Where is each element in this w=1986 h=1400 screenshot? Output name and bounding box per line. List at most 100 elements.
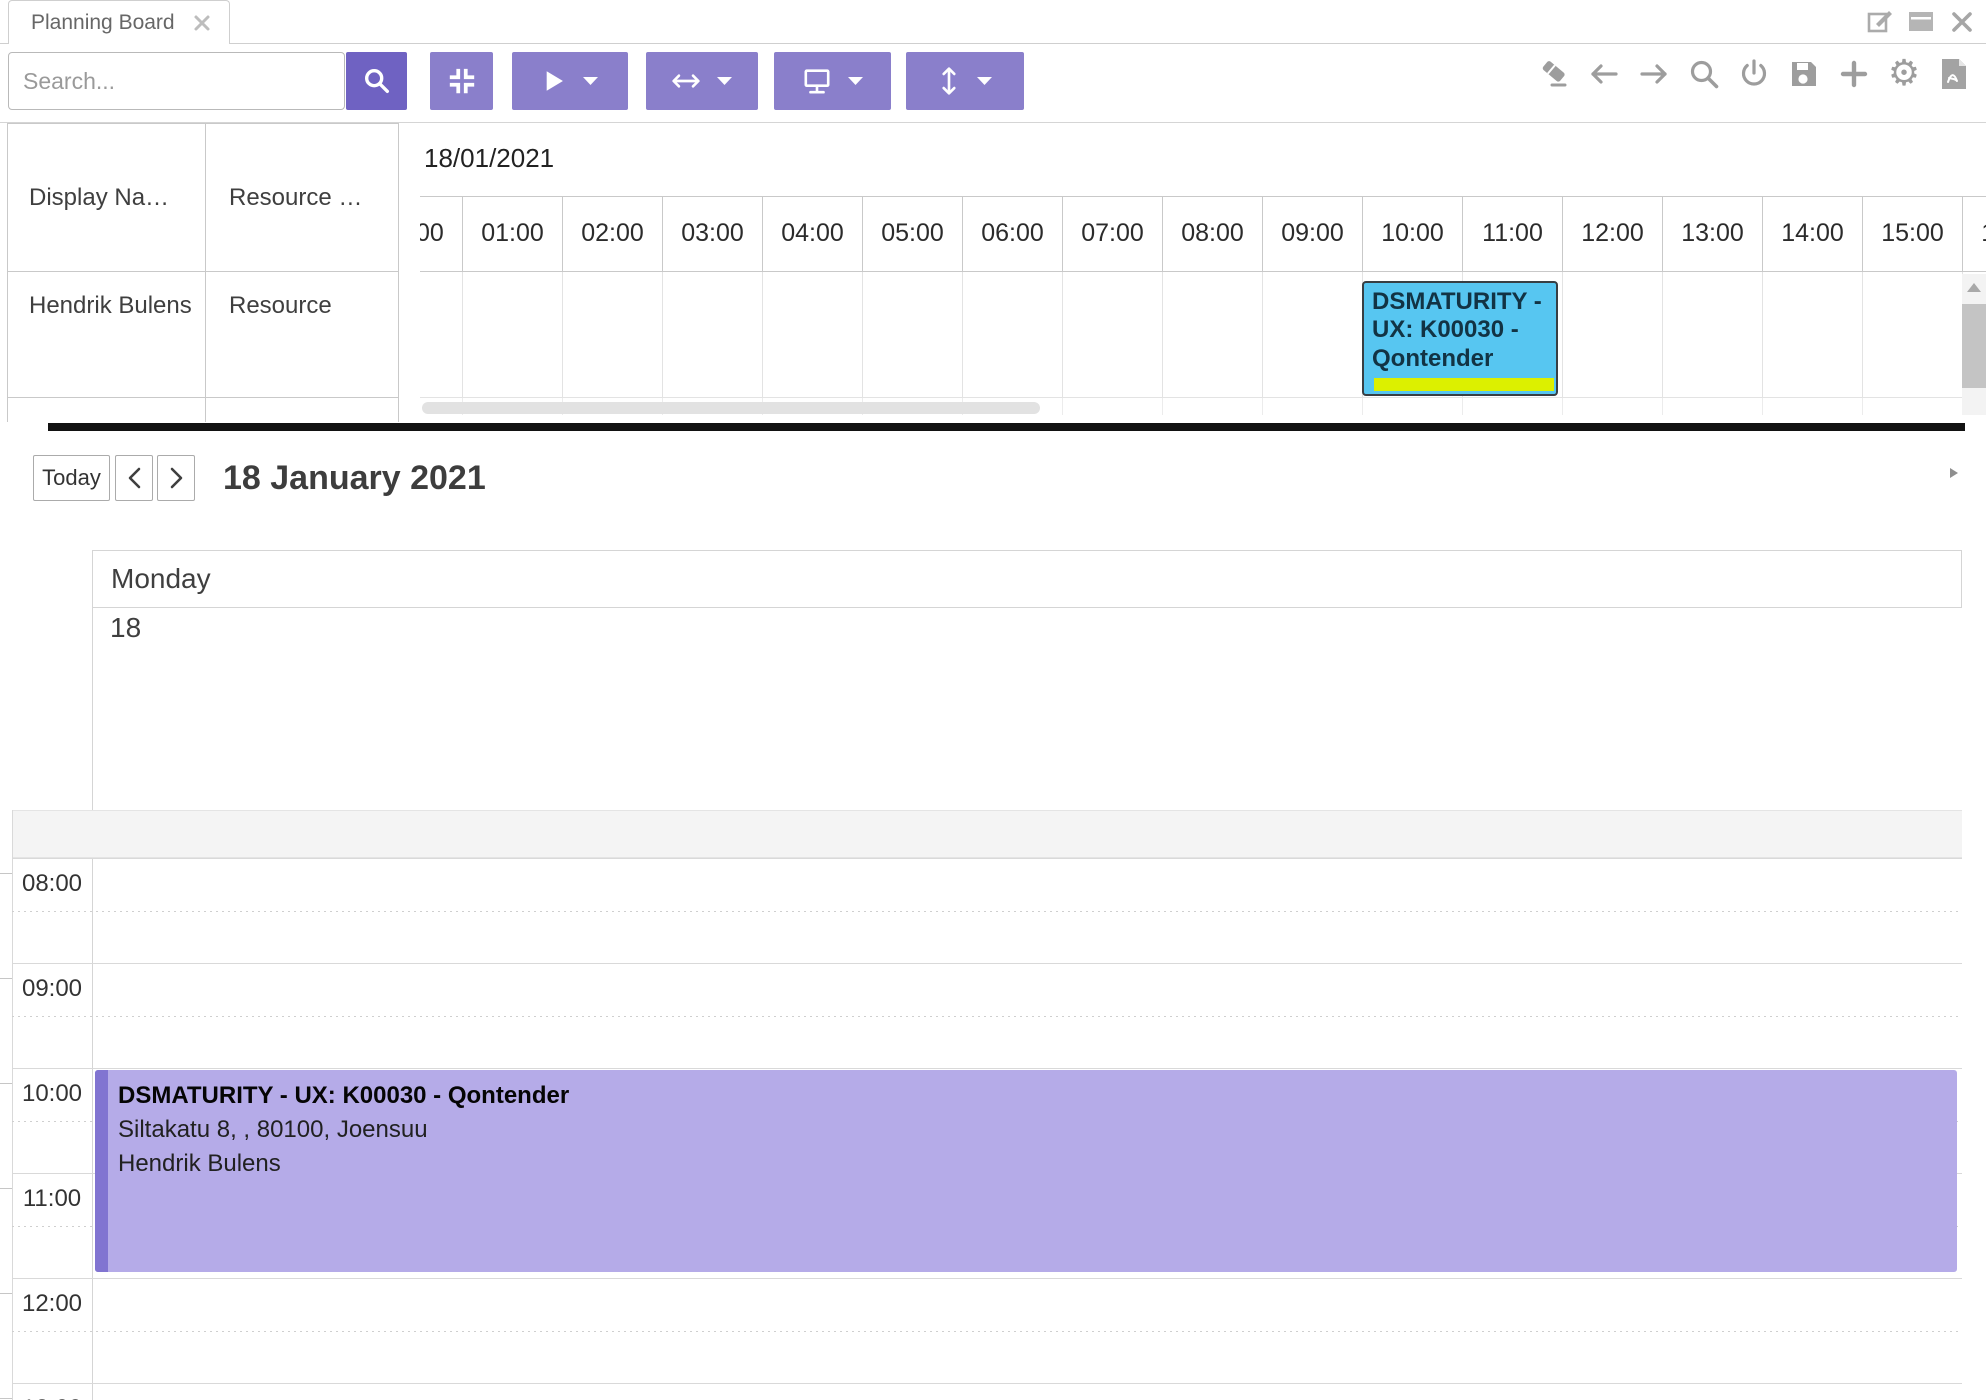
timeline-body-row[interactable] [420, 272, 1986, 398]
chevron-right-icon [169, 467, 184, 489]
tab-close-icon[interactable] [193, 14, 211, 32]
timeline-body-cell[interactable] [1262, 272, 1362, 397]
timeline-body-cell[interactable] [420, 272, 462, 397]
pdf-icon[interactable] [1938, 58, 1970, 90]
day-event-person: Hendrik Bulens [118, 1147, 1957, 1181]
resource-grid: Display Na… Resource … Hendrik Bulens Re… [7, 123, 399, 422]
next-day-button[interactable] [157, 455, 195, 501]
vertical-expand-button[interactable] [906, 52, 1024, 110]
monitor-button[interactable] [774, 52, 891, 110]
vertical-scrollbar[interactable] [1962, 274, 1986, 415]
day-number-label: 18 [110, 612, 141, 644]
search-input[interactable] [8, 52, 345, 110]
hour-scale-cell: 03:00 [662, 197, 762, 271]
eraser-icon[interactable] [1538, 58, 1570, 90]
gantt-panel: Display Na… Resource … Hendrik Bulens Re… [0, 122, 1986, 423]
edit-icon[interactable] [1866, 8, 1894, 36]
hour-scale-cell: 12:00 [1562, 197, 1662, 271]
search-button[interactable] [346, 52, 407, 110]
plus-icon[interactable] [1838, 58, 1870, 90]
hour-scale-cell: 04:00 [762, 197, 862, 271]
timeline-body-cell[interactable] [762, 272, 862, 397]
close-icon[interactable] [1948, 8, 1976, 36]
gantt-event[interactable]: DSMATURITY - UX: K00030 - Qontender [1362, 281, 1558, 396]
timeline-body-cell[interactable] [662, 272, 762, 397]
horizontal-expand-button[interactable] [646, 52, 758, 110]
timeline-body-cell[interactable] [562, 272, 662, 397]
timeline-body-cell[interactable] [1062, 272, 1162, 397]
timeline-body-cell[interactable] [1562, 272, 1662, 397]
compress-button[interactable] [430, 52, 493, 110]
chevron-down-icon [976, 76, 993, 86]
previous-day-button[interactable] [115, 455, 153, 501]
arrow-right-icon[interactable] [1638, 58, 1670, 90]
time-grid-row[interactable]: 12:00 [12, 1278, 1962, 1383]
half-hour-line [12, 1331, 1962, 1332]
timeline-hour-scale: 00:0001:0002:0003:0004:0005:0006:0007:00… [420, 196, 1986, 272]
gantt-event-title: DSMATURITY - UX: K00030 - Qontender [1372, 288, 1548, 373]
arrow-left-icon[interactable] [1588, 58, 1620, 90]
zoom-icon[interactable] [1688, 58, 1720, 90]
half-hour-line [12, 1016, 1962, 1017]
gear-icon[interactable]: ⚙ [1888, 58, 1920, 90]
chevron-left-icon [127, 467, 142, 489]
hour-scale-cell: 15:00 [1862, 197, 1962, 271]
search-icon [362, 66, 392, 96]
day-column-header: Monday [92, 550, 1962, 608]
time-grid-row[interactable]: 13:00 [12, 1383, 1962, 1400]
tab-bar: Planning Board [0, 0, 1986, 44]
time-label: 13:00 [12, 1395, 92, 1400]
hour-scale-cell: 07:00 [1062, 197, 1162, 271]
timeline-content: 18/01/2021 00:0001:0002:0003:0004:0005:0… [420, 123, 1986, 415]
window-controls [1866, 8, 1976, 36]
hour-scale-cell: 10:00 [1362, 197, 1462, 271]
timeline-body-cell[interactable] [1762, 272, 1862, 397]
chevron-down-icon [582, 76, 599, 86]
tab-planning-board[interactable]: Planning Board [8, 0, 230, 44]
today-button[interactable]: Today [33, 455, 110, 501]
timeline-date-header: 18/01/2021 [420, 123, 1986, 196]
power-icon[interactable] [1738, 58, 1770, 90]
timeline-body-cell[interactable] [862, 272, 962, 397]
column-header-display-name[interactable]: Display Na… [8, 124, 206, 272]
timeline-body-cell[interactable] [962, 272, 1062, 397]
day-event-title: DSMATURITY - UX: K00030 - Qontender [118, 1079, 1957, 1113]
chevron-down-icon [847, 76, 864, 86]
mini-scroll-arrow-icon[interactable] [1950, 468, 1958, 478]
hour-scale-cell: 02:00 [562, 197, 662, 271]
day-name-label: Monday [111, 563, 211, 595]
scroll-up-icon[interactable] [1967, 283, 1981, 292]
window-icon[interactable] [1907, 8, 1935, 36]
time-grid-row[interactable]: 08:00 [12, 858, 1962, 963]
play-icon [541, 68, 567, 94]
column-header-resource[interactable]: Resource … [206, 124, 399, 272]
tab-title: Planning Board [31, 11, 175, 35]
day-event-status-strip [95, 1070, 108, 1272]
hour-scale-cell: 00:00 [420, 197, 462, 271]
play-button[interactable] [512, 52, 628, 110]
vertical-scrollbar-thumb[interactable] [1962, 304, 1986, 388]
resource-display-name-cell[interactable]: Hendrik Bulens [8, 272, 206, 398]
hour-scale-cell: 08:00 [1162, 197, 1262, 271]
timeline-body-cell[interactable] [1162, 272, 1262, 397]
horizontal-scrollbar-thumb[interactable] [422, 402, 1040, 414]
time-label: 09:00 [12, 975, 92, 1003]
resource-type-cell[interactable]: Resource [206, 272, 399, 398]
day-event[interactable]: DSMATURITY - UX: K00030 - Qontender Silt… [95, 1070, 1957, 1272]
compress-icon [447, 66, 477, 96]
hour-scale-cell: 05:00 [862, 197, 962, 271]
panel-splitter[interactable] [48, 423, 1965, 431]
timeline-body-cell[interactable] [1662, 272, 1762, 397]
chevron-down-icon [716, 76, 733, 86]
hour-scale-cell: 11:00 [1462, 197, 1562, 271]
save-icon[interactable] [1788, 58, 1820, 90]
all-day-band [13, 810, 1962, 858]
day-view-title: 18 January 2021 [223, 455, 486, 501]
hour-scale-cell: 13:00 [1662, 197, 1762, 271]
time-grid-row[interactable]: 09:00 [12, 963, 1962, 1068]
time-label: 08:00 [12, 870, 92, 898]
half-hour-line [12, 911, 1962, 912]
timeline-body-cell[interactable] [462, 272, 562, 397]
horizontal-arrows-icon [671, 69, 701, 93]
timeline-body-cell[interactable] [1862, 272, 1962, 397]
